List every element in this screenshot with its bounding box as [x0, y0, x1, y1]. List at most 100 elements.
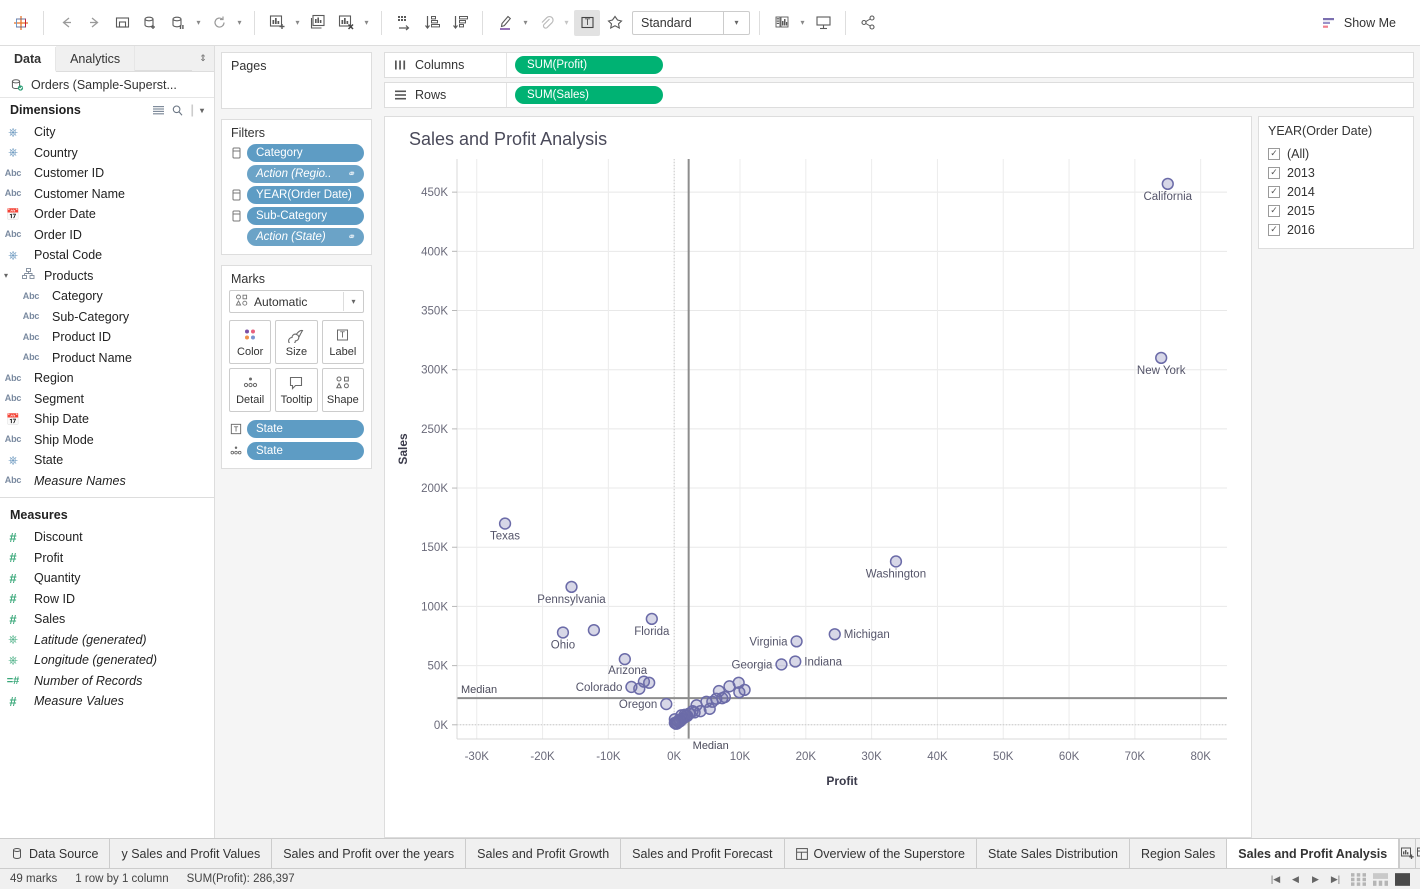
measure-field[interactable]: # Row ID: [0, 589, 214, 610]
dimension-field[interactable]: Abc Measure Names: [0, 471, 214, 492]
presentation-mode-icon[interactable]: [810, 10, 836, 36]
dimension-field[interactable]: Abc Sub-Category: [0, 307, 214, 328]
forward-icon[interactable]: [81, 10, 107, 36]
data-point[interactable]: [789, 655, 802, 668]
clear-sheet-caret-icon[interactable]: ▾: [361, 10, 372, 36]
legend-checkbox[interactable]: ✓: [1268, 223, 1280, 236]
dimension-field[interactable]: 📅 Ship Date: [0, 409, 214, 430]
pause-datasource-icon[interactable]: [165, 10, 191, 36]
dimension-field[interactable]: Abc Category: [0, 286, 214, 307]
data-point[interactable]: [645, 612, 658, 626]
worksheet-tab[interactable]: State Sales Distribution: [977, 839, 1130, 868]
view-mode-filmstrip-icon[interactable]: [1373, 872, 1388, 886]
tableau-logo-icon[interactable]: [8, 10, 34, 36]
nav-last-icon[interactable]: ▶|: [1327, 872, 1344, 887]
measure-field[interactable]: # Quantity: [0, 568, 214, 589]
tab-analytics[interactable]: Analytics: [56, 46, 136, 71]
filter-pill[interactable]: Action (State) ⚭: [247, 228, 364, 246]
new-worksheet-caret-icon[interactable]: ▾: [292, 10, 303, 36]
mark-pill[interactable]: State: [247, 442, 364, 460]
add-datasource-icon[interactable]: [137, 10, 163, 36]
data-point[interactable]: [660, 697, 673, 711]
legend-item[interactable]: ✓ 2013: [1268, 163, 1404, 182]
expand-caret-icon[interactable]: ▾: [0, 271, 12, 280]
worksheet-tab[interactable]: Region Sales: [1129, 839, 1228, 868]
dimension-field[interactable]: Abc Ship Mode: [0, 430, 214, 451]
view-mode-sheet-icon[interactable]: [1395, 872, 1410, 886]
data-pane-collapse-icon[interactable]: ⇕: [192, 46, 214, 71]
mark-pill[interactable]: State: [247, 420, 364, 438]
grid-view-icon[interactable]: [152, 104, 165, 117]
filter-pill[interactable]: Category: [247, 144, 364, 162]
worksheet-tab[interactable]: y Sales and Profit Values: [110, 839, 273, 868]
duplicate-sheet-icon[interactable]: [305, 10, 331, 36]
tab-data[interactable]: Data: [0, 47, 57, 72]
dimension-field[interactable]: ⎈ Postal Code: [0, 245, 214, 266]
data-point[interactable]: [618, 652, 631, 666]
datasource-item[interactable]: Orders (Sample-Superst...: [0, 72, 214, 98]
fix-axes-icon[interactable]: [769, 10, 795, 36]
measure-field[interactable]: =# Number of Records: [0, 671, 214, 692]
fit-select-caret-icon[interactable]: ▾: [723, 11, 749, 34]
mark-button-size[interactable]: Size: [275, 320, 318, 364]
rows-shelf[interactable]: Rows SUM(Sales): [384, 82, 1414, 108]
measure-field[interactable]: # Sales: [0, 609, 214, 630]
dimension-field[interactable]: ▾ Products: [0, 266, 214, 287]
scatter-plot[interactable]: Median Median 0K 50K 100K 150K 200K 250K 300K 350…: [385, 117, 1255, 817]
dimension-field[interactable]: Abc Customer ID: [0, 163, 214, 184]
show-me-button[interactable]: Show Me: [1313, 13, 1412, 33]
search-icon[interactable]: [171, 104, 184, 117]
refresh-icon[interactable]: [206, 10, 232, 36]
data-point[interactable]: [790, 635, 803, 648]
data-point[interactable]: [889, 555, 903, 568]
new-worksheet-button[interactable]: [1400, 839, 1417, 868]
measure-field[interactable]: # Discount: [0, 527, 214, 548]
presentation-pin-icon[interactable]: [602, 10, 628, 36]
legend-checkbox[interactable]: ✓: [1268, 166, 1280, 179]
data-point[interactable]: [498, 517, 512, 530]
data-point[interactable]: [668, 716, 681, 730]
legend-checkbox[interactable]: ✓: [1268, 185, 1280, 198]
data-point[interactable]: [556, 626, 570, 639]
measure-field[interactable]: # Measure Values: [0, 691, 214, 712]
worksheet-tab[interactable]: Sales and Profit over the years: [272, 839, 467, 868]
dimension-field[interactable]: Abc Product Name: [0, 348, 214, 369]
share-icon[interactable]: [855, 10, 881, 36]
legend-item[interactable]: ✓ 2014: [1268, 182, 1404, 201]
legend-checkbox[interactable]: ✓: [1268, 147, 1280, 160]
mark-button-detail[interactable]: Detail: [229, 368, 272, 412]
marks-type-caret-icon[interactable]: ▾: [343, 292, 363, 311]
dimension-field[interactable]: Abc Segment: [0, 389, 214, 410]
mark-button-tooltip[interactable]: Tooltip: [275, 368, 318, 412]
worksheet-tab[interactable]: Overview of the Superstore: [784, 839, 977, 868]
pill-sum-sales[interactable]: SUM(Sales): [515, 86, 663, 104]
dimension-field[interactable]: Abc Order ID: [0, 225, 214, 246]
data-point[interactable]: [637, 675, 651, 688]
attachment-icon[interactable]: [533, 10, 559, 36]
filter-pill[interactable]: Sub-Category: [247, 207, 364, 225]
pill-sum-profit[interactable]: SUM(Profit): [515, 56, 663, 74]
data-point[interactable]: [775, 658, 788, 671]
mark-button-color[interactable]: Color: [229, 320, 272, 364]
mark-button-shape[interactable]: Shape: [321, 368, 364, 412]
show-mark-labels-icon[interactable]: T: [574, 9, 600, 36]
mark-button-label[interactable]: T Label: [321, 320, 364, 364]
columns-shelf[interactable]: Columns SUM(Profit): [384, 52, 1414, 78]
filter-pill[interactable]: YEAR(Order Date): [247, 186, 364, 204]
legend-item[interactable]: ✓ 2016: [1268, 220, 1404, 239]
rows-field-area[interactable]: SUM(Sales): [507, 86, 663, 104]
fit-select[interactable]: Standard ▾: [632, 10, 750, 35]
sort-descending-icon[interactable]: [447, 10, 473, 36]
save-icon[interactable]: [109, 10, 135, 36]
worksheet-tab[interactable]: Sales and Profit Forecast: [621, 839, 785, 868]
new-worksheet-icon[interactable]: [264, 10, 290, 36]
legend-item[interactable]: ✓ (All): [1268, 144, 1404, 163]
refresh-dropdown-caret-icon[interactable]: ▾: [234, 10, 245, 36]
fix-axes-caret-icon[interactable]: ▾: [797, 10, 808, 36]
dimension-field[interactable]: Abc Region: [0, 368, 214, 389]
pause-dropdown-caret-icon[interactable]: ▾: [193, 10, 204, 36]
dimension-field[interactable]: ⎈ State: [0, 450, 214, 471]
legend-checkbox[interactable]: ✓: [1268, 204, 1280, 217]
dimension-field[interactable]: Abc Product ID: [0, 327, 214, 348]
data-point[interactable]: [1161, 177, 1174, 191]
